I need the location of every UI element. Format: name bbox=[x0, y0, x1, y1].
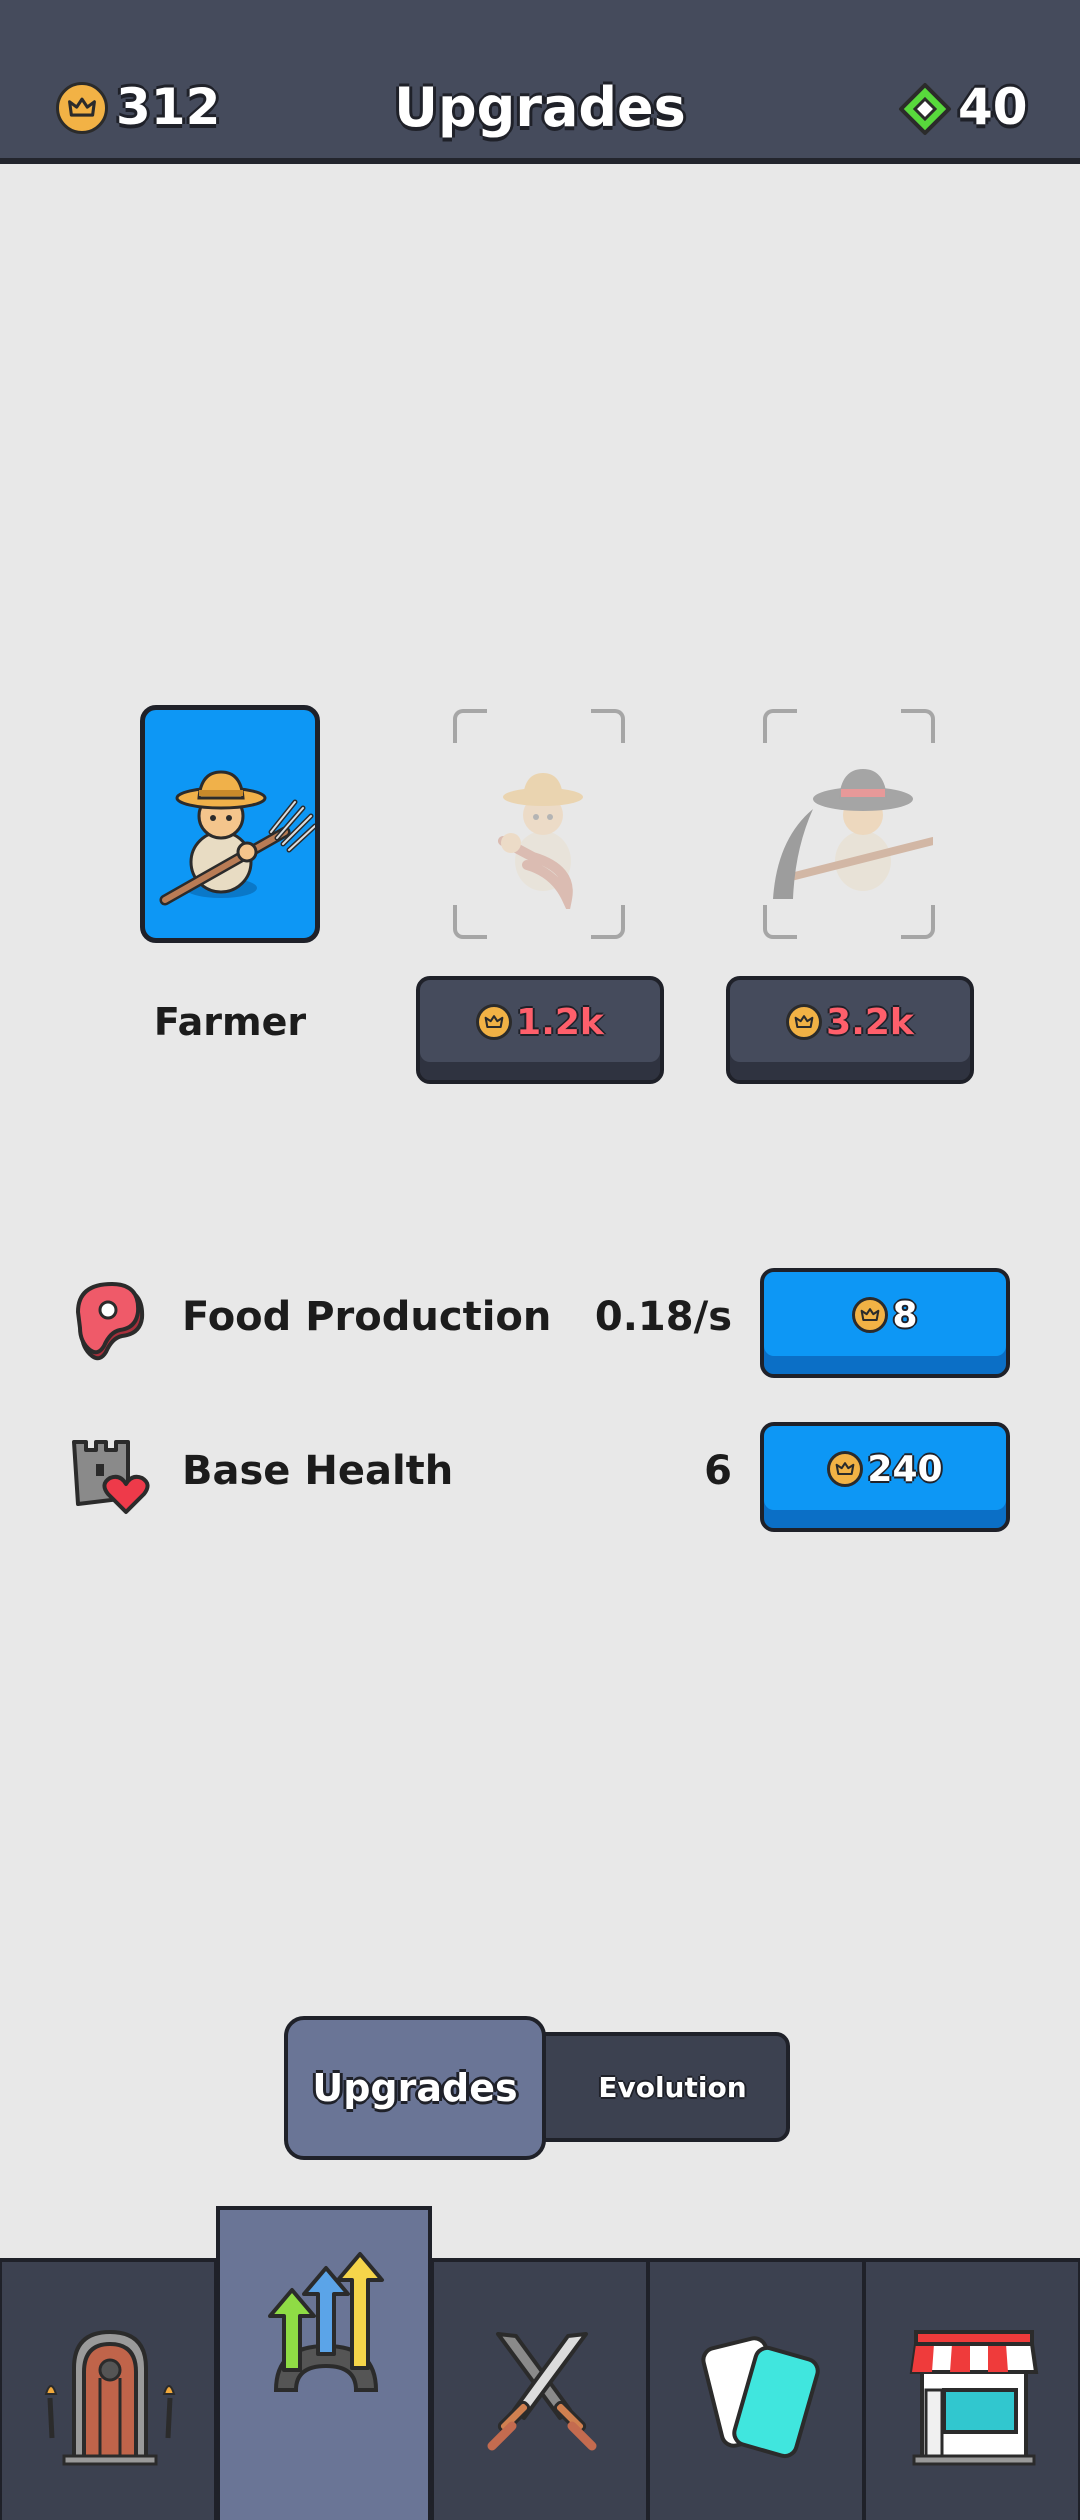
tab-upgrades[interactable]: Upgrades bbox=[284, 2016, 546, 2160]
upgrade-arrows-icon bbox=[268, 2252, 384, 2392]
upgrade-label-health: Base Health bbox=[182, 1448, 454, 1494]
crown-coin-icon bbox=[476, 1004, 513, 1040]
locked-miner-icon bbox=[773, 769, 933, 899]
buy-food-production-button[interactable]: 8 bbox=[760, 1268, 1010, 1378]
gem-balance: 40 bbox=[958, 78, 1028, 136]
crown-coin-icon bbox=[852, 1297, 889, 1333]
locked-character-slot-3[interactable] bbox=[759, 705, 939, 943]
nav-cards[interactable] bbox=[648, 2258, 864, 2520]
farmer-icon bbox=[159, 770, 315, 906]
nav-battle[interactable] bbox=[432, 2258, 648, 2520]
crown-coin-icon bbox=[786, 1004, 823, 1040]
shop-icon bbox=[909, 2330, 1039, 2466]
character-name: Farmer bbox=[153, 1000, 307, 1044]
crossed-swords-icon bbox=[487, 2332, 597, 2451]
unlock-price-button-2[interactable]: 3.2k bbox=[726, 976, 974, 1084]
cards-icon bbox=[701, 2336, 820, 2459]
upgrade-value-health: 6 bbox=[704, 1448, 732, 1494]
unlock-price-button-1[interactable]: 1.2k bbox=[416, 976, 664, 1084]
green-gem-icon bbox=[898, 82, 952, 136]
unlock-price-2: 3.2k bbox=[826, 1001, 914, 1043]
unlock-price-1: 1.2k bbox=[516, 1001, 604, 1043]
meat-icon bbox=[76, 1282, 145, 1361]
tab-evolution[interactable]: Evolution bbox=[525, 2032, 790, 2142]
locked-sickle-farmer-icon bbox=[498, 773, 583, 909]
door-icon bbox=[44, 2329, 176, 2466]
locked-character-slot-2[interactable] bbox=[449, 705, 629, 943]
buy-base-health-button[interactable]: 240 bbox=[760, 1422, 1010, 1532]
nav-upgrades[interactable] bbox=[216, 2206, 432, 2520]
upgrade-value-food: 0.18/s bbox=[594, 1294, 732, 1340]
farmer-card[interactable] bbox=[140, 705, 320, 943]
nav-shop[interactable] bbox=[864, 2258, 1080, 2520]
food-production-cost: 8 bbox=[892, 1294, 918, 1336]
crown-coin-icon bbox=[827, 1451, 864, 1487]
base-health-cost: 240 bbox=[867, 1448, 943, 1490]
upgrade-label-food: Food Production bbox=[182, 1294, 552, 1340]
nav-door[interactable] bbox=[0, 2258, 216, 2520]
castle-heart-icon bbox=[72, 1440, 150, 1514]
